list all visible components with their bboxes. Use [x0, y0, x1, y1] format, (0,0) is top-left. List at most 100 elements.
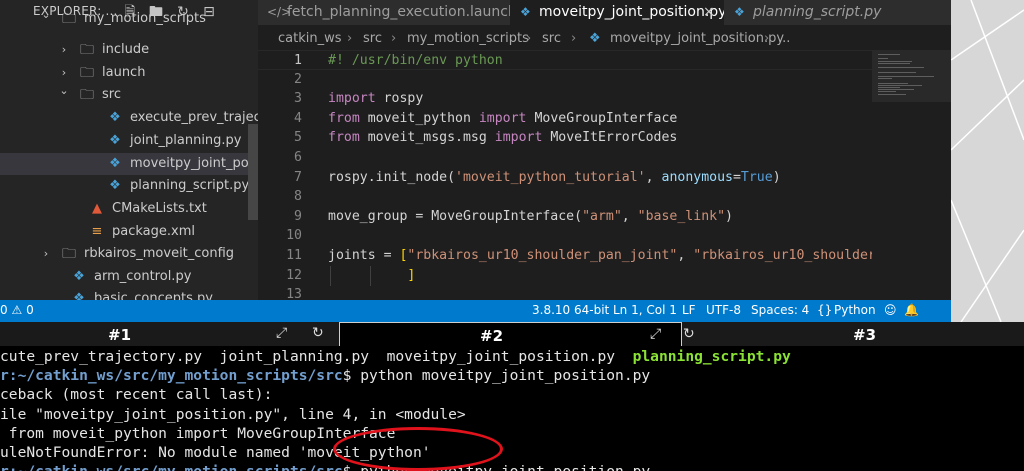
tab-moveitpy-joint-position[interactable]: ❖ moveitpy_joint_position.py ×	[510, 0, 727, 25]
terminal-tab-bar: #1 ⤢ ↻ #2 ⤢ ↻ #3	[0, 322, 1024, 346]
tree-item[interactable]: ❖ moveitpy_joint_posit...	[0, 153, 258, 175]
code-editor[interactable]: 1 #! /usr/bin/env python 2 3 import rospy 4 fr…	[258, 50, 872, 300]
tree-item[interactable]: ⌄ 🗀 my_motion_scripts	[0, 8, 248, 30]
feedback-icon[interactable]: ☺	[884, 303, 897, 317]
tab-planning-script[interactable]: ❖ planning_script.py	[724, 0, 951, 25]
tree-item-label: execute_prev_trajec...	[130, 110, 258, 125]
tree-item[interactable]: ❖ execute_prev_trajec...	[0, 107, 258, 129]
python-file-icon: ❖	[109, 133, 121, 148]
code-token: moveit_python	[359, 110, 479, 126]
tree-item[interactable]: ❖ basic_concepts.py	[0, 288, 248, 300]
terminal-line: ceback (most recent call last):	[0, 385, 272, 404]
code-line: 8	[258, 187, 872, 207]
code-text: rospy.init_node('moveit_python_tutorial'…	[328, 168, 781, 188]
breadcrumb-item[interactable]: src	[363, 31, 382, 46]
tab-label: moveitpy_joint_position.py	[539, 4, 727, 20]
indent-guide	[330, 266, 331, 286]
tree-item-label: my_motion_scripts	[84, 11, 206, 26]
terminal-line: r:~/catkin_ws/src/my_motion_scripts/src$…	[0, 462, 650, 471]
code-text: import rospy	[328, 89, 423, 109]
folder-icon: 🗀	[62, 246, 76, 262]
refresh-icon[interactable]: ↻	[312, 325, 324, 341]
tree-item[interactable]: ⌄ 🗀 src	[0, 84, 248, 106]
code-line: 13	[258, 285, 872, 300]
tree-item[interactable]: ❖ planning_script.py	[0, 175, 249, 197]
expand-icon[interactable]: ⤢	[276, 325, 287, 341]
3d-viewport[interactable]	[951, 0, 1024, 322]
notification-bell-icon[interactable]: 🔔	[904, 303, 919, 317]
terminal-text: r:~/catkin_ws/src/my_motion_scripts/src	[0, 463, 343, 471]
tree-item[interactable]: › 🗀 rbkairos_moveit_config	[0, 243, 248, 265]
terminal-line: from moveit_python import MoveGroupInter…	[0, 424, 396, 443]
terminal-tab-label: #3	[853, 326, 877, 344]
code-text: ]	[328, 266, 415, 286]
problems-count[interactable]: 0 ⚠ 0	[0, 303, 34, 317]
tree-item[interactable]: › 🗀 launch	[0, 62, 248, 84]
tree-item[interactable]: ❖ joint_planning.py	[0, 130, 248, 152]
code-token: rospy.init_node(	[328, 169, 456, 185]
tree-item-label: arm_control.py	[94, 269, 192, 284]
terminal-tab-1[interactable]: #1 ⤢ ↻	[0, 322, 339, 346]
code-token: "base_link"	[637, 208, 726, 224]
code-token: from	[328, 130, 360, 146]
terminal-line: ile "moveitpy_joint_position.py", line 4…	[0, 405, 466, 424]
file-encoding[interactable]: UTF-8	[706, 303, 741, 317]
code-text: from moveit_python import MoveGroupInter…	[328, 109, 677, 129]
chevron-right-icon[interactable]: ›	[40, 243, 52, 265]
close-tab-icon[interactable]: ×	[703, 0, 715, 24]
code-line: 6	[258, 148, 872, 168]
line-number: 13	[286, 287, 302, 300]
code-text: move_group = MoveGroupInterface("arm", "…	[328, 207, 733, 227]
cmake-file-icon: ▲	[92, 201, 102, 216]
chevron-right-icon: ›	[526, 31, 532, 46]
chevron-down-icon[interactable]: ⌄	[40, 4, 52, 26]
code-token: joints =	[328, 248, 400, 263]
expand-icon[interactable]: ⤢	[650, 326, 661, 342]
tree-item[interactable]: ❖ arm_control.py	[0, 266, 248, 288]
python-interpreter[interactable]: 3.8.10 64-bit	[532, 303, 609, 317]
line-ending[interactable]: LF	[682, 303, 696, 317]
breadcrumb-item[interactable]: ...	[778, 31, 790, 46]
language-mode[interactable]: Python	[834, 303, 876, 317]
xml-file-icon: ≡	[91, 224, 103, 239]
tree-item[interactable]: ≡ package.xml	[0, 221, 248, 243]
line-number: 5	[294, 130, 302, 146]
terminal-output[interactable]: cute_prev_trajectory.py joint_planning.p…	[0, 346, 1024, 471]
breadcrumb-item[interactable]: my_motion_scripts	[407, 31, 529, 46]
python-file-icon: ❖	[109, 110, 121, 125]
tree-item[interactable]: › 🗀 include	[0, 39, 248, 61]
minimap-slider[interactable]	[872, 50, 951, 102]
chevron-down-icon[interactable]: ⌄	[58, 80, 70, 102]
tree-item-label: src	[102, 87, 121, 102]
tab-label: fetch_planning_execution.launch	[287, 4, 517, 20]
terminal-tab-label: #2	[480, 327, 504, 345]
tree-item-label: basic_concepts.py	[94, 291, 213, 300]
terminal-text: planning_script.py	[632, 348, 791, 365]
breadcrumb-item[interactable]: catkin_ws	[278, 31, 342, 46]
terminal-tab-2[interactable]: #2 ⤢ ↻	[339, 322, 695, 346]
warning-icon: ⚠	[11, 303, 23, 317]
breadcrumb-item[interactable]: moveitpy_joint_position.py	[610, 31, 784, 46]
indentation[interactable]: Spaces: 4	[751, 303, 809, 317]
terminal-text: ceback (most recent call last):	[0, 386, 273, 404]
tree-item-label: moveitpy_joint_posit...	[130, 156, 258, 171]
code-token: )	[725, 208, 733, 224]
tree-item[interactable]: ▲ CMakeLists.txt	[0, 198, 248, 220]
vscode-window: EXPLORER: ... 🗎 🖿 ↻ ⊟ ⌄ 🗀 my_motion_script…	[0, 0, 951, 322]
line-number: 11	[286, 248, 302, 263]
breadcrumb-item[interactable]: src	[542, 31, 561, 46]
chevron-right-icon[interactable]: ›	[58, 39, 70, 61]
tab-fetch-planning-execution[interactable]: </> fetch_planning_execution.launch	[258, 0, 517, 25]
tree-item-label: package.xml	[112, 224, 195, 239]
sidebar-scrollbar[interactable]	[248, 124, 258, 220]
folder-icon: 🗀	[80, 42, 94, 58]
editor-tab-bar: </> fetch_planning_execution.launch ❖ mo…	[258, 0, 951, 25]
terminal-tab-3[interactable]: #3	[682, 322, 1024, 346]
line-number: 12	[286, 267, 302, 283]
code-token: ,	[645, 169, 662, 185]
code-token: "arm"	[582, 208, 622, 224]
code-line: 10	[258, 226, 872, 246]
line-number: 7	[294, 169, 302, 185]
cursor-position[interactable]: Ln 1, Col 1	[613, 303, 677, 317]
code-token: #! /usr/bin/env python	[328, 53, 503, 68]
